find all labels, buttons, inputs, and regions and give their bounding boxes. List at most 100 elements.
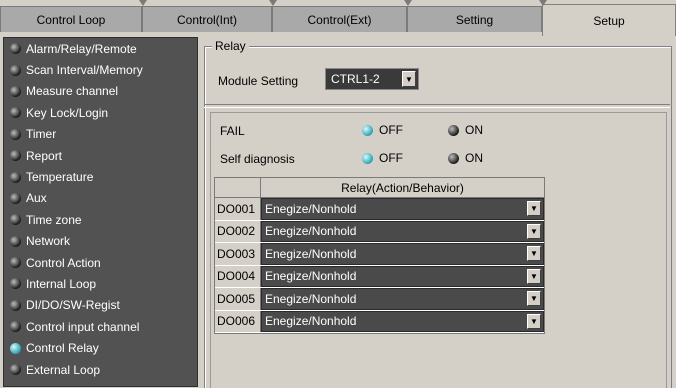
sidebar-item-label: Time zone <box>26 212 82 227</box>
row-id: DO003 <box>215 243 261 265</box>
led-off-icon <box>10 128 21 140</box>
chevron-down-icon[interactable]: ▼ <box>527 268 541 284</box>
sidebar-item-timer[interactable]: Timer <box>4 124 197 145</box>
sidebar-item-label: Timer <box>26 127 57 142</box>
radio-label: ON <box>465 151 483 165</box>
tab-notch-icon <box>404 0 412 6</box>
row-id: DO002 <box>215 220 261 242</box>
sidebar-item-measure-channel[interactable]: Measure channel <box>4 81 197 102</box>
relay-action-select[interactable]: Enegize/Nonhold ▼ <box>261 220 544 242</box>
radio-label: OFF <box>379 123 403 137</box>
relay-panel: Relay Module Setting CTRL1-2 ▼ FAIL OFF … <box>200 36 676 388</box>
tab-label: Control Loop <box>36 12 106 27</box>
relay-action-value: Enegize/Nonhold <box>265 269 357 284</box>
sidebar-item-key-lock-login[interactable]: Key Lock/Login <box>4 102 197 123</box>
led-off-icon <box>10 192 21 204</box>
sidebar-item-report[interactable]: Report <box>4 145 197 166</box>
led-off-icon <box>10 321 21 333</box>
relay-action-value: Enegize/Nonhold <box>265 314 357 329</box>
chevron-down-icon[interactable]: ▼ <box>527 223 541 239</box>
tab-setting[interactable]: Setting <box>407 6 542 32</box>
sidebar-item-di-do-sw-regist[interactable]: DI/DO/SW-Regist <box>4 295 197 316</box>
sidebar-item-temperature[interactable]: Temperature <box>4 166 197 187</box>
sidebar-item-label: Control Relay <box>26 341 99 356</box>
relay-action-value: Enegize/Nonhold <box>265 224 357 239</box>
led-off-icon <box>10 214 21 226</box>
sidebar-item-label: Measure channel <box>26 84 119 99</box>
tab-control-loop[interactable]: Control Loop <box>0 6 142 32</box>
relay-action-select[interactable]: Enegize/Nonhold ▼ <box>261 265 544 287</box>
sidebar-item-control-action[interactable]: Control Action <box>4 252 197 273</box>
sidebar-item-label: Control Action <box>26 255 101 270</box>
table-header-relay: Relay(Action/Behavior) <box>261 178 544 198</box>
sidebar-item-label: Alarm/Relay/Remote <box>26 41 137 56</box>
row-id: DO006 <box>215 310 261 332</box>
sidebar-item-label: Scan Interval/Memory <box>26 63 143 78</box>
table-row: DO005 Enegize/Nonhold ▼ <box>215 288 544 311</box>
sidebar-item-internal-loop[interactable]: Internal Loop <box>4 273 197 294</box>
tab-notch-icon <box>269 0 277 6</box>
tab-notch-icon <box>139 0 147 6</box>
radio-label: OFF <box>379 151 403 165</box>
relay-action-select[interactable]: Enegize/Nonhold ▼ <box>261 288 544 310</box>
row-id: DO004 <box>215 265 261 287</box>
tab-control-ext[interactable]: Control(Ext) <box>272 6 407 32</box>
table-row: DO004 Enegize/Nonhold ▼ <box>215 265 544 288</box>
sidebar-item-control-input-channel[interactable]: Control input channel <box>4 316 197 337</box>
module-setting-select[interactable]: CTRL1-2 ▼ <box>325 68 419 90</box>
tab-setup[interactable]: Setup <box>542 4 676 36</box>
tab-label: Control(Ext) <box>307 12 372 27</box>
led-off-icon <box>10 85 21 97</box>
sidebar-item-label: Key Lock/Login <box>26 105 109 120</box>
led-off-icon <box>10 107 21 119</box>
led-off-icon <box>10 364 21 376</box>
fail-on-radio[interactable]: ON <box>448 123 483 137</box>
led-on-icon <box>362 124 373 136</box>
tab-bar: Control Loop Control(Int) Control(Ext) S… <box>0 0 676 36</box>
tab-label: Setup <box>593 13 625 28</box>
sidebar-item-scan-interval-memory[interactable]: Scan Interval/Memory <box>4 59 197 80</box>
sidebar-item-network[interactable]: Network <box>4 231 197 252</box>
table-header-corner <box>215 178 261 198</box>
self-diagnosis-label: Self diagnosis <box>220 152 295 166</box>
chevron-down-icon[interactable]: ▼ <box>402 71 416 87</box>
sidebar-item-label: Network <box>26 234 71 249</box>
relay-action-select[interactable]: Enegize/Nonhold ▼ <box>261 198 544 220</box>
fail-off-radio[interactable]: OFF <box>362 123 403 137</box>
chevron-down-icon[interactable]: ▼ <box>527 246 541 261</box>
row-id: DO005 <box>215 288 261 310</box>
sidebar-item-external-loop[interactable]: External Loop <box>4 359 197 380</box>
group-title: Relay <box>212 39 249 53</box>
relay-action-select[interactable]: Enegize/Nonhold ▼ <box>261 310 544 332</box>
led-off-icon <box>10 278 21 290</box>
sidebar-item-label: Report <box>26 148 63 163</box>
tab-notch-icon <box>539 0 547 6</box>
self-diagnosis-on-radio[interactable]: ON <box>448 151 483 165</box>
relay-action-value: Enegize/Nonhold <box>265 246 357 261</box>
divider <box>204 104 670 108</box>
relay-action-select[interactable]: Enegize/Nonhold ▼ <box>261 243 544 265</box>
sidebar-item-time-zone[interactable]: Time zone <box>4 209 197 230</box>
led-off-icon <box>10 43 21 55</box>
fail-label: FAIL <box>220 124 245 138</box>
sidebar-item-label: External Loop <box>26 362 101 377</box>
module-setting-value: CTRL1-2 <box>331 72 380 86</box>
sidebar-item-label: Aux <box>26 191 47 206</box>
table-header: Relay(Action/Behavior) <box>215 178 544 198</box>
led-off-icon <box>10 299 21 311</box>
sidebar-menu: Alarm/Relay/Remote Scan Interval/Memory … <box>3 37 198 387</box>
chevron-down-icon[interactable]: ▼ <box>527 291 541 306</box>
led-off-icon <box>448 152 459 164</box>
self-diagnosis-off-radio[interactable]: OFF <box>362 151 403 165</box>
sidebar-item-label: Control input channel <box>26 319 140 334</box>
chevron-down-icon[interactable]: ▼ <box>527 201 541 216</box>
tab-control-int[interactable]: Control(Int) <box>142 6 272 32</box>
relay-table: Relay(Action/Behavior) DO001 Enegize/Non… <box>214 177 545 334</box>
led-off-icon <box>10 150 21 162</box>
sidebar-item-aux[interactable]: Aux <box>4 188 197 209</box>
table-row: DO002 Enegize/Nonhold ▼ <box>215 220 544 243</box>
sidebar-item-control-relay[interactable]: Control Relay <box>4 337 197 358</box>
row-id: DO001 <box>215 198 261 220</box>
sidebar-item-alarm-relay-remote[interactable]: Alarm/Relay/Remote <box>4 38 197 59</box>
chevron-down-icon[interactable]: ▼ <box>527 313 541 329</box>
